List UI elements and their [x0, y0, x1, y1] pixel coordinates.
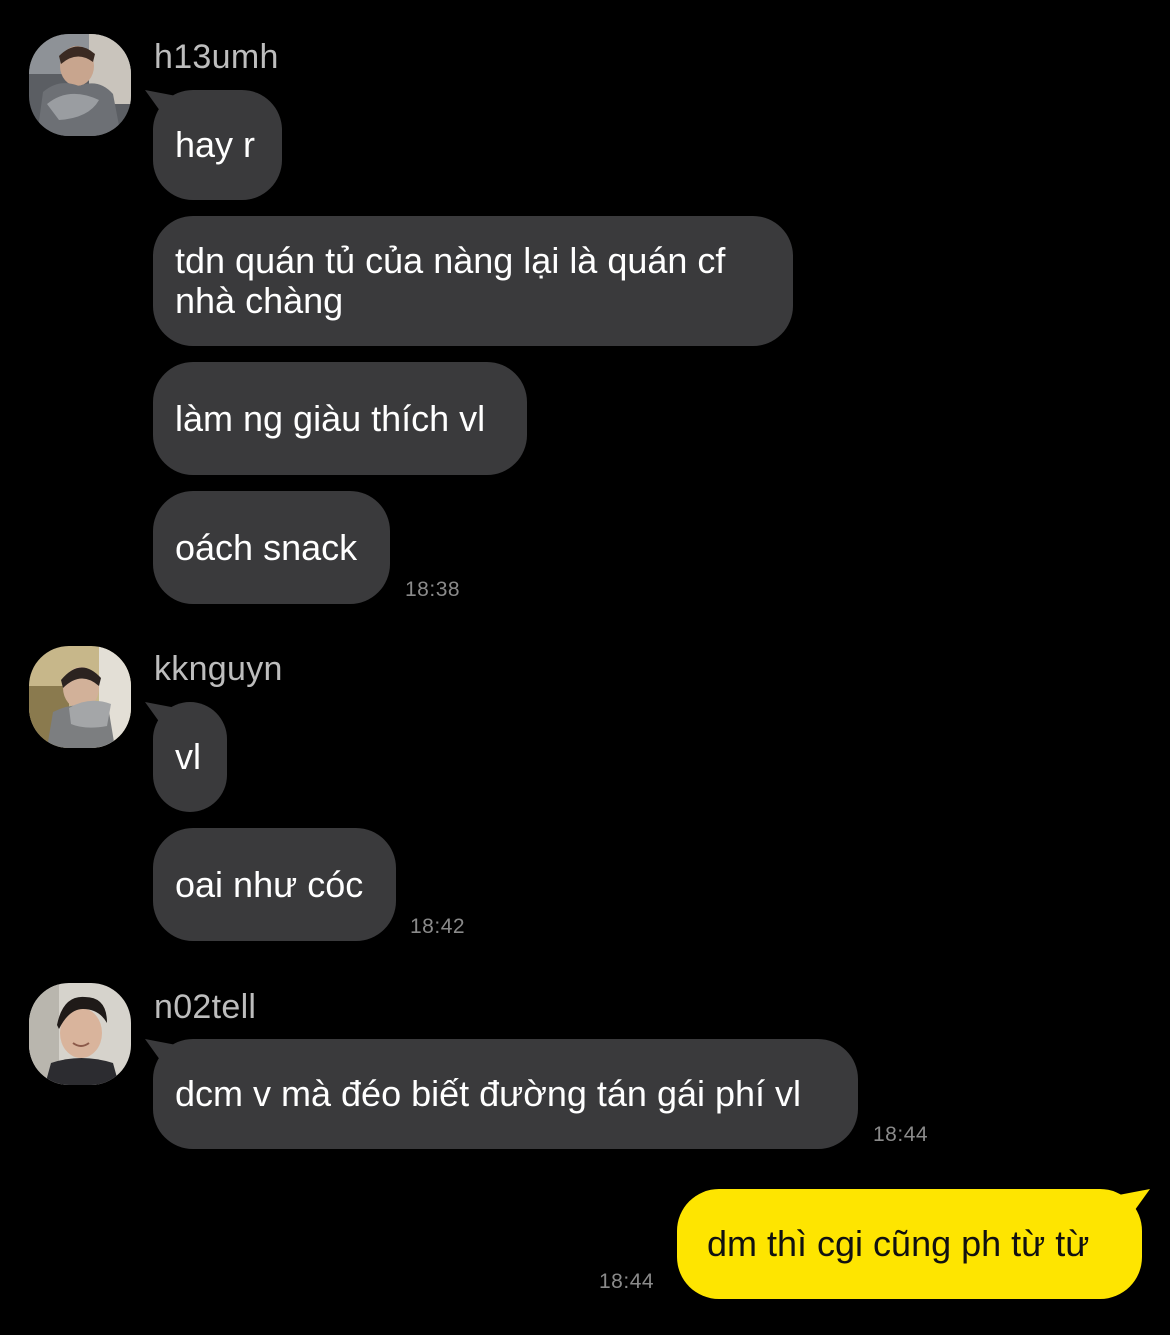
- message-text: làm ng giàu thích vl: [175, 397, 486, 439]
- avatar-h13umh[interactable]: [29, 34, 131, 136]
- message-text: vl: [175, 736, 201, 777]
- message-timestamp: 18:44: [599, 1270, 655, 1293]
- message-bubble[interactable]: làm ng giàu thích vl: [153, 362, 527, 475]
- sender-name: h13umh: [154, 38, 279, 76]
- avatar-n02tell[interactable]: [29, 983, 131, 1085]
- message-bubble[interactable]: dcm v mà đéo biết đường tán gái phí vl: [153, 1039, 858, 1149]
- message-bubble[interactable]: oai như cóc: [153, 828, 396, 941]
- message-bubble[interactable]: hay r: [153, 90, 282, 200]
- message-text: hay r: [175, 124, 256, 165]
- message-text: oai như cóc: [175, 863, 364, 905]
- sender-name: kknguyn: [154, 650, 283, 688]
- avatar-kknguyn[interactable]: [29, 646, 131, 748]
- profile-photo-icon: [29, 983, 131, 1085]
- message-text: oách snack: [175, 526, 358, 568]
- message-bubble[interactable]: tdn quán tủ của nàng lại là quán cf nhà …: [153, 216, 793, 346]
- outgoing-message-text: dm thì cgi cũng ph từ từ: [707, 1223, 1090, 1264]
- message-bubble[interactable]: vl: [153, 702, 227, 812]
- message-text: tdn quán tủ của nàng lại là quán cf nhà …: [175, 240, 726, 321]
- profile-photo-icon: [29, 646, 131, 748]
- message-timestamp: 18:38: [405, 578, 461, 601]
- sender-name: n02tell: [154, 988, 257, 1026]
- message-text: dcm v mà đéo biết đường tán gái phí vl: [175, 1073, 802, 1114]
- message-bubble[interactable]: oách snack: [153, 491, 390, 604]
- profile-photo-icon: [29, 34, 131, 136]
- outgoing-message-bubble[interactable]: dm thì cgi cũng ph từ từ: [677, 1189, 1142, 1299]
- message-timestamp: 18:42: [410, 915, 466, 938]
- message-timestamp: 18:44: [873, 1123, 929, 1146]
